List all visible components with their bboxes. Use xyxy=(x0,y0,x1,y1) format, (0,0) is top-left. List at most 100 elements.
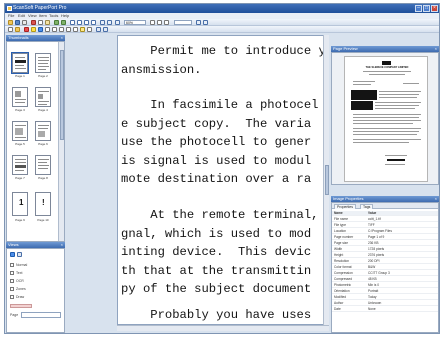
scroll-thumb[interactable] xyxy=(60,50,64,140)
property-row[interactable]: Location C:\Program Files xyxy=(332,229,438,234)
properties-tabs: Properties Tags xyxy=(332,203,438,209)
redo-icon[interactable] xyxy=(61,20,66,25)
property-row[interactable]: Page size 236 KB xyxy=(332,241,438,246)
note-icon[interactable] xyxy=(80,27,85,32)
property-key: Width xyxy=(334,247,343,251)
views-pane: Normal Text OCR Zones Draw Page xyxy=(6,248,65,333)
thumbnail-label: Page 3 xyxy=(15,108,25,112)
property-row[interactable]: Color format B&W xyxy=(332,265,438,270)
highlighter-icon[interactable] xyxy=(31,27,36,32)
paste-icon[interactable] xyxy=(45,20,50,25)
thumbnail-page[interactable] xyxy=(12,87,28,107)
property-row[interactable]: Modified Today xyxy=(332,295,438,300)
hand-tool-icon[interactable] xyxy=(157,20,162,25)
fit-page-icon[interactable] xyxy=(115,20,120,25)
property-value: 236 KB xyxy=(368,241,379,245)
option-checkbox[interactable] xyxy=(10,271,14,275)
arrow-tool-icon[interactable] xyxy=(73,27,78,32)
select-tool-icon[interactable] xyxy=(150,20,155,25)
option-checkbox[interactable] xyxy=(10,279,14,283)
property-row[interactable]: Photometric Min is 0 xyxy=(332,283,438,288)
option-checkbox[interactable] xyxy=(10,287,14,291)
view-mode-icon[interactable] xyxy=(10,252,15,257)
pen-icon[interactable] xyxy=(38,27,43,32)
thumbnail-page[interactable] xyxy=(12,121,28,141)
scanned-page-image[interactable]: THE SLEREXE COMPANY LIMITED xyxy=(344,56,428,182)
ellipse-tool-icon[interactable] xyxy=(66,27,71,32)
crop-tool-icon[interactable] xyxy=(164,20,169,25)
new-icon[interactable] xyxy=(8,27,13,32)
thumbnail-page[interactable] xyxy=(35,53,51,73)
property-row[interactable]: Compression CCITT Group 3 xyxy=(332,271,438,276)
thumbnail-page[interactable] xyxy=(11,52,29,74)
thumbnail-page[interactable]: ! xyxy=(35,192,51,216)
signature-mark xyxy=(387,159,405,161)
eraser-icon[interactable] xyxy=(87,27,92,32)
thumbnail-label: Page 2 xyxy=(38,74,48,78)
property-key: Page number xyxy=(334,235,354,239)
letterhead-text: THE SLEREXE COMPANY LIMITED xyxy=(365,66,409,69)
cut-icon[interactable] xyxy=(31,20,36,25)
page-first-icon[interactable] xyxy=(70,20,75,25)
scroll-thumb[interactable] xyxy=(325,165,329,195)
flip-icon[interactable] xyxy=(203,20,208,25)
redaction-block xyxy=(351,101,373,110)
option-label: Zones xyxy=(16,287,26,291)
tab-properties[interactable]: Properties xyxy=(334,204,356,209)
tab-tags[interactable]: Tags xyxy=(360,204,374,209)
property-row[interactable]: Resolution 200 DPI xyxy=(332,259,438,264)
rectangle-tool-icon[interactable] xyxy=(59,27,64,32)
thumbnails-pane-title: Thumbnails xyxy=(8,35,29,40)
property-key: Resolution xyxy=(334,259,350,263)
page-field[interactable] xyxy=(21,312,61,318)
page-number-field[interactable] xyxy=(174,20,192,25)
property-key: Compressed xyxy=(334,277,353,281)
option-checkbox[interactable] xyxy=(10,263,14,267)
property-row[interactable]: Compressed 48 KB xyxy=(332,277,438,282)
thumbnail-page[interactable] xyxy=(12,155,28,175)
thumbnail-page[interactable] xyxy=(35,121,51,141)
document-scrollbar[interactable] xyxy=(323,35,329,325)
print-icon[interactable] xyxy=(22,20,27,25)
maximize-icon[interactable]: □ xyxy=(423,5,430,12)
line-tool-icon[interactable] xyxy=(52,27,57,32)
text-annotation-icon[interactable] xyxy=(45,27,50,32)
property-row[interactable]: Page number Page 1 of 9 xyxy=(332,235,438,240)
page-next-icon[interactable] xyxy=(84,20,89,25)
zoom-select[interactable]: 60% xyxy=(124,20,146,25)
property-row[interactable]: File name ccitt_1.tif xyxy=(332,217,438,222)
minimize-icon[interactable]: – xyxy=(415,5,422,12)
text-line: ansmission. xyxy=(121,62,202,77)
property-row[interactable]: Date None xyxy=(332,307,438,312)
color-swatch[interactable] xyxy=(10,304,32,308)
stamp-icon[interactable] xyxy=(24,27,29,32)
property-key: Modified xyxy=(334,295,347,299)
page-last-icon[interactable] xyxy=(91,20,96,25)
view-mode-icon[interactable] xyxy=(17,252,22,257)
property-row[interactable]: Author Unknown xyxy=(332,301,438,306)
thumbnail-page[interactable] xyxy=(35,155,51,175)
property-row[interactable]: Width 1728 pixels xyxy=(332,247,438,252)
zoom-out-icon[interactable] xyxy=(107,20,112,25)
page-prev-icon[interactable] xyxy=(77,20,82,25)
property-row[interactable]: Orientation Portrait xyxy=(332,289,438,294)
undo-icon[interactable] xyxy=(54,20,59,25)
zoom-in-icon[interactable] xyxy=(100,20,105,25)
document-view[interactable]: Permit me to introduce y ansmission. In f… xyxy=(117,35,327,325)
text-line: inting device. This devic xyxy=(121,245,312,259)
thumbnail-page[interactable]: 1 xyxy=(12,192,28,216)
document-hscrollbar[interactable] xyxy=(117,325,329,331)
option-checkbox[interactable] xyxy=(10,295,14,299)
scan-icon[interactable] xyxy=(103,27,108,32)
save-icon[interactable] xyxy=(15,20,20,25)
thumbnails-scrollbar[interactable] xyxy=(58,42,64,241)
ocr-icon[interactable] xyxy=(96,27,101,32)
property-row[interactable]: File type TIFF xyxy=(332,223,438,228)
open-icon[interactable] xyxy=(8,20,13,25)
property-row[interactable]: Height 2376 pixels xyxy=(332,253,438,258)
close-icon[interactable]: × xyxy=(431,5,438,12)
folder-icon[interactable] xyxy=(15,27,20,32)
thumbnail-page[interactable] xyxy=(35,87,51,107)
copy-icon[interactable] xyxy=(38,20,43,25)
rotate-icon[interactable] xyxy=(196,20,201,25)
